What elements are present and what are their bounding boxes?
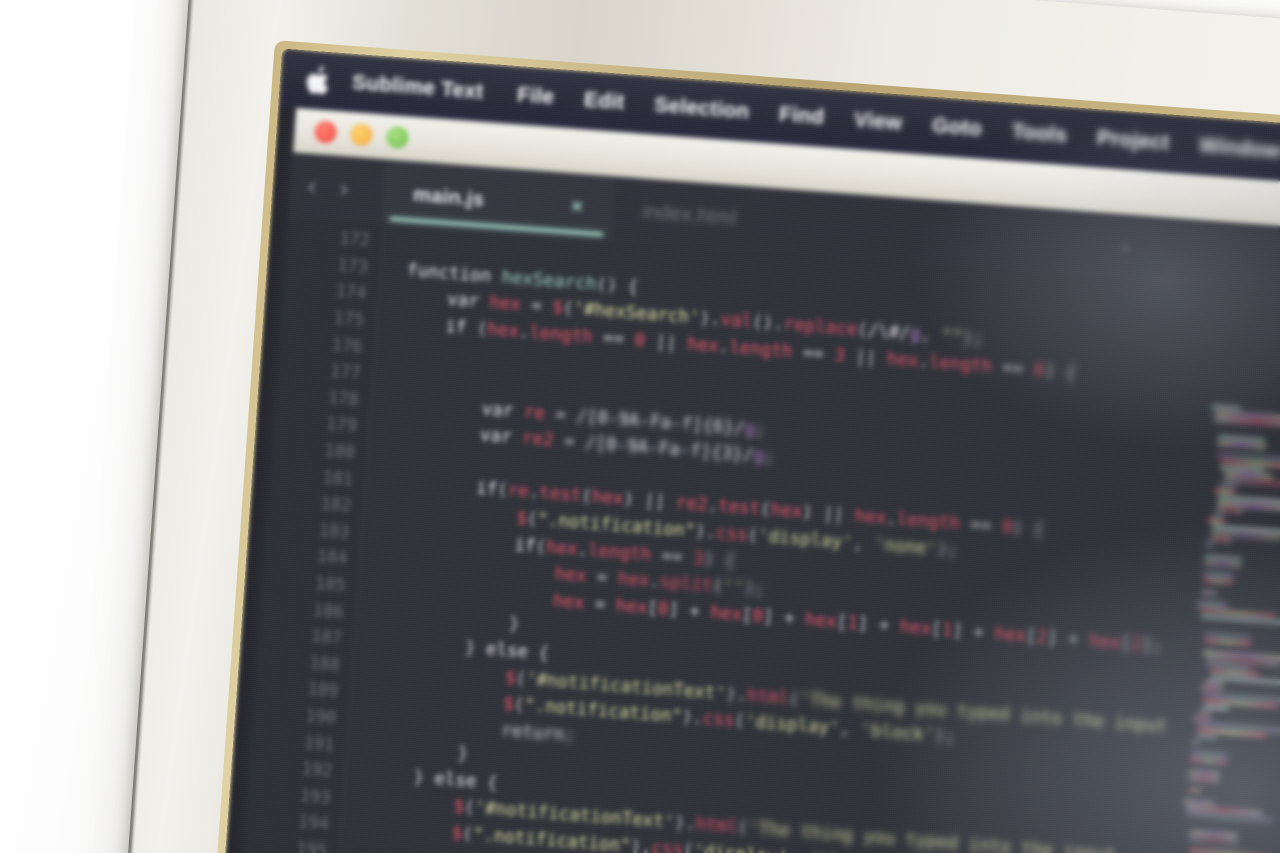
minimap-row — [1197, 602, 1228, 609]
nav-forward-icon[interactable]: › — [338, 174, 350, 205]
line-number: 194 — [297, 812, 330, 835]
nav-back-icon[interactable]: ‹ — [306, 172, 318, 203]
minimap-row — [1189, 769, 1220, 777]
tab-close-icon[interactable]: × — [570, 195, 583, 219]
line-number: 182 — [319, 494, 352, 517]
minimize-window-button[interactable] — [349, 123, 374, 147]
line-number: 178 — [327, 387, 360, 411]
line-number: 174 — [334, 281, 367, 305]
tab-label: main.js — [412, 183, 485, 211]
sublime-text-window: ‹ › main.js × index.html × 172 173 174 175 1… — [234, 107, 1280, 853]
line-number: 193 — [299, 785, 332, 809]
minimap-row — [1203, 578, 1234, 585]
minimap-row — [1193, 716, 1211, 722]
minimap-row — [1203, 638, 1253, 647]
line-number: 189 — [306, 679, 339, 702]
menu-item-edit[interactable]: Edit — [583, 88, 625, 115]
line-number: 181 — [321, 467, 354, 490]
minimap-row — [1205, 542, 1213, 548]
line-number: 175 — [333, 308, 366, 331]
line-number: 186 — [312, 600, 345, 623]
zoom-window-button[interactable] — [385, 125, 410, 150]
line-number: 190 — [304, 706, 337, 729]
menu-item-project[interactable]: Project — [1096, 126, 1170, 155]
menu-item-selection[interactable]: Selection — [653, 93, 751, 124]
code-content[interactable]: function hexSearch() { var hex = $('#hex… — [330, 225, 1280, 853]
line-number: 180 — [323, 440, 356, 464]
minimap-row — [1188, 848, 1273, 853]
minimap-row — [1214, 488, 1236, 495]
line-number: 173 — [336, 255, 369, 278]
line-number: 185 — [314, 573, 347, 596]
minimap-row — [1204, 560, 1242, 568]
minimap-row — [1212, 512, 1225, 518]
minimap-row — [1218, 483, 1237, 489]
minimap-row — [1203, 572, 1234, 579]
minimap-row — [1204, 680, 1223, 687]
minimap-row — [1217, 441, 1267, 449]
minimap-row — [1198, 710, 1211, 716]
line-number: 187 — [310, 626, 343, 649]
minimap-row — [1183, 799, 1214, 806]
menu-item-sublime-text[interactable]: Sublime Text — [351, 71, 484, 105]
laptop-screen: Sublime Text File Edit Selection Find Vi… — [216, 48, 1280, 853]
line-number: 177 — [329, 361, 362, 384]
code-editor[interactable]: 172 173 174 175 176 177 178 179 180 181 182 183 184 1… — [234, 217, 1280, 853]
menu-item-tools[interactable]: Tools — [1011, 120, 1068, 148]
apple-icon[interactable] — [303, 64, 331, 96]
minimap-row — [1207, 518, 1225, 524]
minimap-row — [1202, 590, 1217, 596]
line-number: 184 — [316, 547, 349, 570]
minimap-row — [1196, 734, 1218, 740]
line-number: 188 — [308, 653, 341, 676]
minimap-row — [1210, 536, 1232, 543]
minimap-row — [1189, 836, 1239, 844]
minimap-row — [1191, 740, 1199, 745]
menu-item-window[interactable]: Window — [1198, 134, 1280, 164]
minimap-row — [1211, 404, 1242, 411]
line-number: 172 — [338, 228, 371, 252]
tab-close-icon[interactable]: × — [1120, 238, 1132, 260]
menu-item-find[interactable]: Find — [778, 103, 825, 130]
line-number: 176 — [331, 334, 364, 358]
menu-item-file[interactable]: File — [516, 83, 555, 110]
line-number: 191 — [303, 732, 336, 756]
minimap-row — [1203, 704, 1230, 711]
minimap-row — [1188, 787, 1203, 793]
line-number: 192 — [301, 759, 334, 782]
line-number: 183 — [318, 520, 351, 543]
line-number: 179 — [325, 414, 358, 437]
line-number: 195 — [295, 838, 328, 853]
minimap-row — [1189, 775, 1220, 783]
minimap-row — [1190, 757, 1228, 765]
menu-item-view[interactable]: View — [853, 108, 903, 136]
minimap-row — [1200, 686, 1222, 693]
minimap-row — [1217, 507, 1244, 514]
tab-nav-arrows: ‹ › — [306, 172, 351, 205]
close-window-button[interactable] — [313, 120, 338, 144]
menu-item-goto[interactable]: Goto — [931, 114, 982, 142]
tab-label: index.html — [641, 200, 738, 230]
laptop-body: Sublime Text File Edit Selection Find Vi… — [123, 0, 1280, 853]
photo-canvas: Sublime Text File Edit Selection Find Vi… — [0, 0, 1280, 853]
